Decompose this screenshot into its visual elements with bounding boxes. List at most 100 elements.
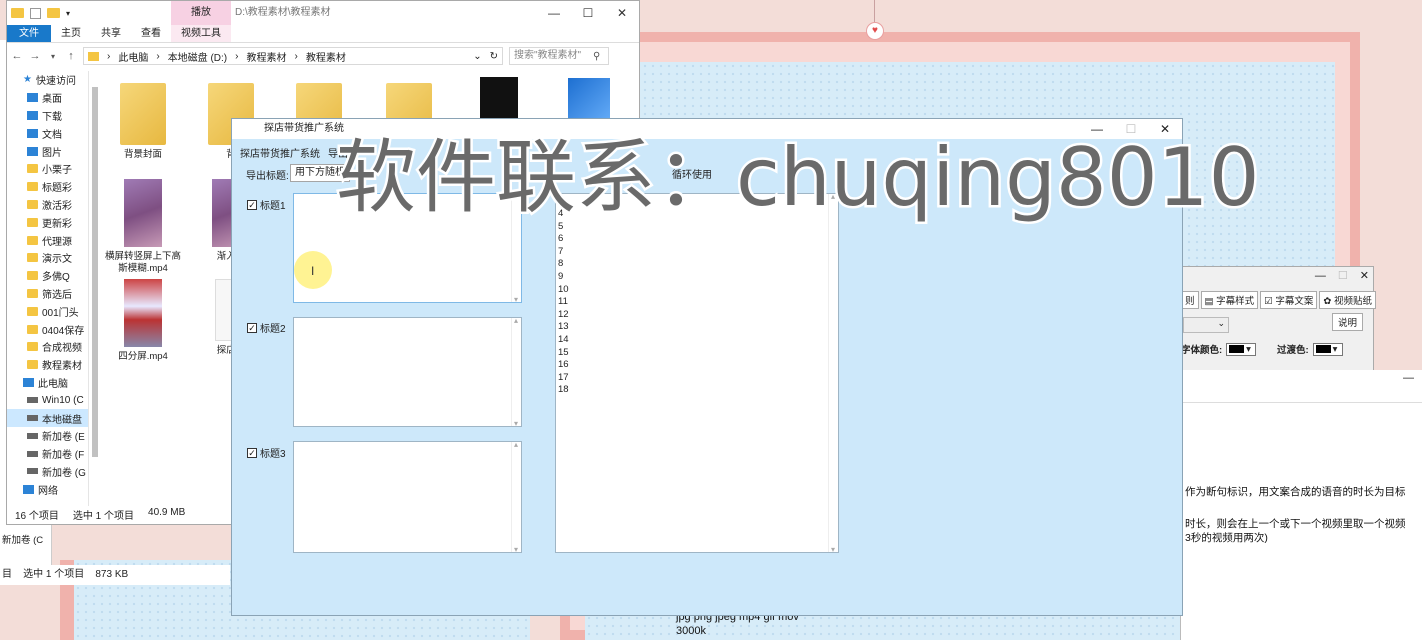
title2-checkbox-row[interactable]: ✓ 标题2 [247, 320, 286, 335]
breadcrumb-folder-2[interactable]: 教程素材 [306, 49, 346, 64]
textarea-scrollbar[interactable] [511, 316, 521, 428]
tab-rule[interactable]: 则 [1181, 291, 1199, 309]
title3-checkbox[interactable]: ✓ [247, 447, 257, 458]
forward-arrow-icon[interactable]: → [29, 50, 41, 62]
wallpaper-pin-string [874, 0, 875, 22]
tab-view[interactable]: 查看 [131, 25, 171, 42]
sidebar-item-label: 本地磁盘 [42, 414, 82, 426]
sidebar-item[interactable]: 新加卷 (G [7, 463, 88, 481]
tab-subtitle-text-label: 字幕文案 [1275, 296, 1314, 307]
tab-home[interactable]: 主页 [51, 25, 91, 42]
sidebar-item[interactable]: 此电脑 [7, 374, 88, 392]
tab-subtitle-style[interactable]: ▤ 字幕样式 [1200, 291, 1259, 309]
file-label: 横屏转竖屏上下高斯模糊.mp4 [104, 251, 181, 274]
status-bar-back: 目 选中 1 个项目 873 KB [0, 565, 230, 585]
sidebar-item[interactable]: 更新彩 [7, 213, 88, 231]
file-item[interactable]: 背景封面 [103, 83, 183, 161]
sidebar-item[interactable]: 多佛Q [7, 267, 88, 285]
breadcrumb-folder-1[interactable]: 教程素材 [246, 49, 286, 64]
nav-scrollbar[interactable] [91, 73, 99, 503]
style-dropdown[interactable]: ⌄ [1183, 317, 1229, 333]
title1-label: 标题1 [260, 201, 286, 212]
context-tab-play[interactable]: 播放 [171, 1, 231, 25]
title3-checkbox-row[interactable]: ✓ 标题3 [247, 445, 286, 460]
sidebar-item[interactable]: 0404保存 [7, 320, 88, 338]
minimize-button[interactable]: — [1403, 372, 1414, 384]
tab-video-sticker[interactable]: ✿ 视频贴纸 [1319, 291, 1376, 309]
breadcrumb-drive-d[interactable]: 本地磁盘 (D:) [168, 49, 227, 64]
folder-icon [27, 199, 38, 209]
list-scrollbar[interactable] [828, 192, 838, 554]
sidebar-item[interactable]: 标题彩 [7, 178, 88, 196]
sidebar-item[interactable]: 演示文 [7, 249, 88, 267]
tab-video-sticker-label: 视频贴纸 [1333, 296, 1372, 307]
sidebar-item[interactable]: 激活彩 [7, 196, 88, 214]
sidebar-item[interactable]: 筛选后 [7, 285, 88, 303]
nav-item-back[interactable]: 新加卷 (C [2, 532, 43, 546]
sidebar-item[interactable]: 代理源 [7, 231, 88, 249]
recent-chevron-icon[interactable]: ▾ [47, 52, 59, 61]
minimize-button[interactable]: — [537, 1, 571, 25]
help-button[interactable]: 说明 [1331, 313, 1363, 331]
tab-file[interactable]: 文件 [7, 25, 51, 42]
sidebar-item[interactable]: 合成视频 [7, 338, 88, 356]
menu-item-system[interactable]: 探店带货推广系统 [240, 145, 320, 160]
back-arrow-icon[interactable]: ← [11, 50, 23, 62]
scrollbar-thumb[interactable] [92, 87, 98, 457]
address-bar-row: ← → ▾ ↑ › 此电脑 › 本地磁盘 (D:) › 教程素材 › 教程素材 … [7, 43, 639, 69]
font-color-row: 字体颜色: ▾ [1181, 342, 1257, 356]
file-item[interactable]: 横屏转竖屏上下高斯模糊.mp4 [103, 179, 183, 275]
font-color-picker[interactable]: ▾ [1226, 342, 1257, 356]
refresh-icon[interactable]: ↻ [490, 51, 502, 62]
properties-icon[interactable] [30, 7, 41, 19]
sidebar-item-label: Win10 (C [42, 394, 84, 406]
tab-share[interactable]: 共享 [91, 25, 131, 42]
folder-icon [27, 271, 38, 281]
file-item[interactable]: 四分屏.mp4 [103, 279, 183, 363]
tab-video-tools[interactable]: 视频工具 [171, 25, 231, 42]
sidebar-item[interactable]: 图片 [7, 142, 88, 160]
folder-icon [27, 288, 38, 298]
sidebar-item[interactable]: 001门头 [7, 302, 88, 320]
sidebar-item[interactable]: 新加卷 (F [7, 445, 88, 463]
sidebar-item[interactable]: 本地磁盘 [7, 409, 88, 427]
title1-checkbox[interactable]: ✓ [247, 199, 257, 210]
title2-checkbox[interactable]: ✓ [247, 322, 257, 333]
transition-color-picker[interactable]: ▾ [1312, 342, 1343, 356]
drive-icon [27, 397, 38, 404]
sidebar-item[interactable]: 下载 [7, 107, 88, 125]
minimize-button[interactable]: — [1315, 267, 1326, 285]
new-folder-icon[interactable] [47, 8, 60, 18]
sidebar-item[interactable]: 小栗子 [7, 160, 88, 178]
title3-textarea[interactable] [293, 440, 522, 554]
textarea-scrollbar[interactable] [511, 440, 521, 554]
app-title: 探店带货推广系统 [264, 123, 344, 134]
content-list[interactable]: 456789101112131415161718 [555, 192, 839, 554]
maximize-button[interactable]: ☐ [1338, 267, 1348, 285]
close-button[interactable]: ✕ [1360, 267, 1369, 285]
chevron-down-icon[interactable]: ▾ [66, 9, 70, 18]
title2-textarea[interactable] [293, 316, 522, 428]
crumb-separator-icon: › [107, 50, 111, 62]
sidebar-item-label: 筛选后 [42, 289, 72, 301]
close-button[interactable]: ✕ [605, 1, 639, 25]
chevron-down-icon[interactable]: ⌄ [473, 51, 481, 62]
folder-icon [11, 8, 24, 18]
sidebar-item[interactable]: 网络 [7, 480, 88, 498]
sidebar-item[interactable]: ★ 快速访问 [7, 71, 88, 89]
up-arrow-icon[interactable]: ↑ [65, 50, 77, 62]
breadcrumb-this-pc[interactable]: 此电脑 [118, 49, 148, 64]
doc-line-3: 3秒的视频用两次) [1185, 532, 1268, 544]
folder-icon [120, 83, 166, 145]
tab-subtitle-text[interactable]: ☑ 字幕文案 [1260, 291, 1318, 309]
search-input[interactable]: 搜索"教程素材" [509, 47, 609, 65]
address-bar[interactable]: › 此电脑 › 本地磁盘 (D:) › 教程素材 › 教程素材 ⌄ ↻ [83, 47, 503, 65]
sidebar-item[interactable]: 桌面 [7, 89, 88, 107]
file-thumbnail [124, 279, 162, 347]
title1-checkbox-row[interactable]: ✓ 标题1 [247, 197, 286, 212]
sidebar-item[interactable]: 文档 [7, 124, 88, 142]
sidebar-item[interactable]: 教程素材 [7, 356, 88, 374]
maximize-button[interactable]: ☐ [571, 1, 605, 25]
sidebar-item[interactable]: Win10 (C [7, 391, 88, 409]
sidebar-item[interactable]: 新加卷 (E [7, 427, 88, 445]
